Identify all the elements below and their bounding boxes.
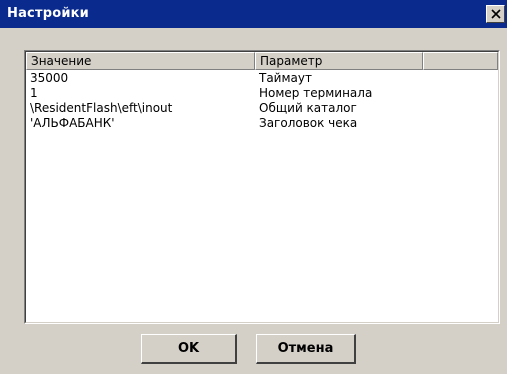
settings-list[interactable]: Значение Параметр 35000 Таймаут 1 Номер … <box>24 50 500 324</box>
cell-parameter: Номер терминала <box>259 86 373 100</box>
settings-list-inner: Значение Параметр 35000 Таймаут 1 Номер … <box>25 51 499 323</box>
list-header: Значение Параметр <box>26 52 498 70</box>
settings-dialog: Настройки Значение Параметр 35000 Таймау… <box>0 0 507 374</box>
cell-parameter: Заголовок чека <box>259 116 358 130</box>
ok-button[interactable]: OK <box>141 334 237 364</box>
title-bar[interactable]: Настройки <box>0 0 507 28</box>
cell-parameter: Таймаут <box>259 71 312 85</box>
column-header-empty[interactable] <box>423 52 498 70</box>
cell-value: \ResidentFlash\eft\inout <box>30 101 173 115</box>
list-rows: 35000 Таймаут 1 Номер терминала \Residen… <box>26 71 498 131</box>
cell-value: 1 <box>30 86 38 100</box>
list-item[interactable]: 1 Номер терминала <box>26 86 498 101</box>
window-title: Настройки <box>7 6 89 21</box>
close-button[interactable] <box>486 5 505 23</box>
column-header-parameter[interactable]: Параметр <box>255 52 423 70</box>
cancel-button[interactable]: Отмена <box>256 334 356 364</box>
cell-value: 35000 <box>30 71 69 85</box>
list-item[interactable]: \ResidentFlash\eft\inout Общий каталог <box>26 101 498 116</box>
list-item[interactable]: 35000 Таймаут <box>26 71 498 86</box>
column-header-value[interactable]: Значение <box>26 52 255 70</box>
cell-value: 'АЛЬФАБАНК' <box>30 116 115 130</box>
close-icon <box>491 9 501 19</box>
cell-parameter: Общий каталог <box>259 101 357 115</box>
list-item[interactable]: 'АЛЬФАБАНК' Заголовок чека <box>26 116 498 131</box>
